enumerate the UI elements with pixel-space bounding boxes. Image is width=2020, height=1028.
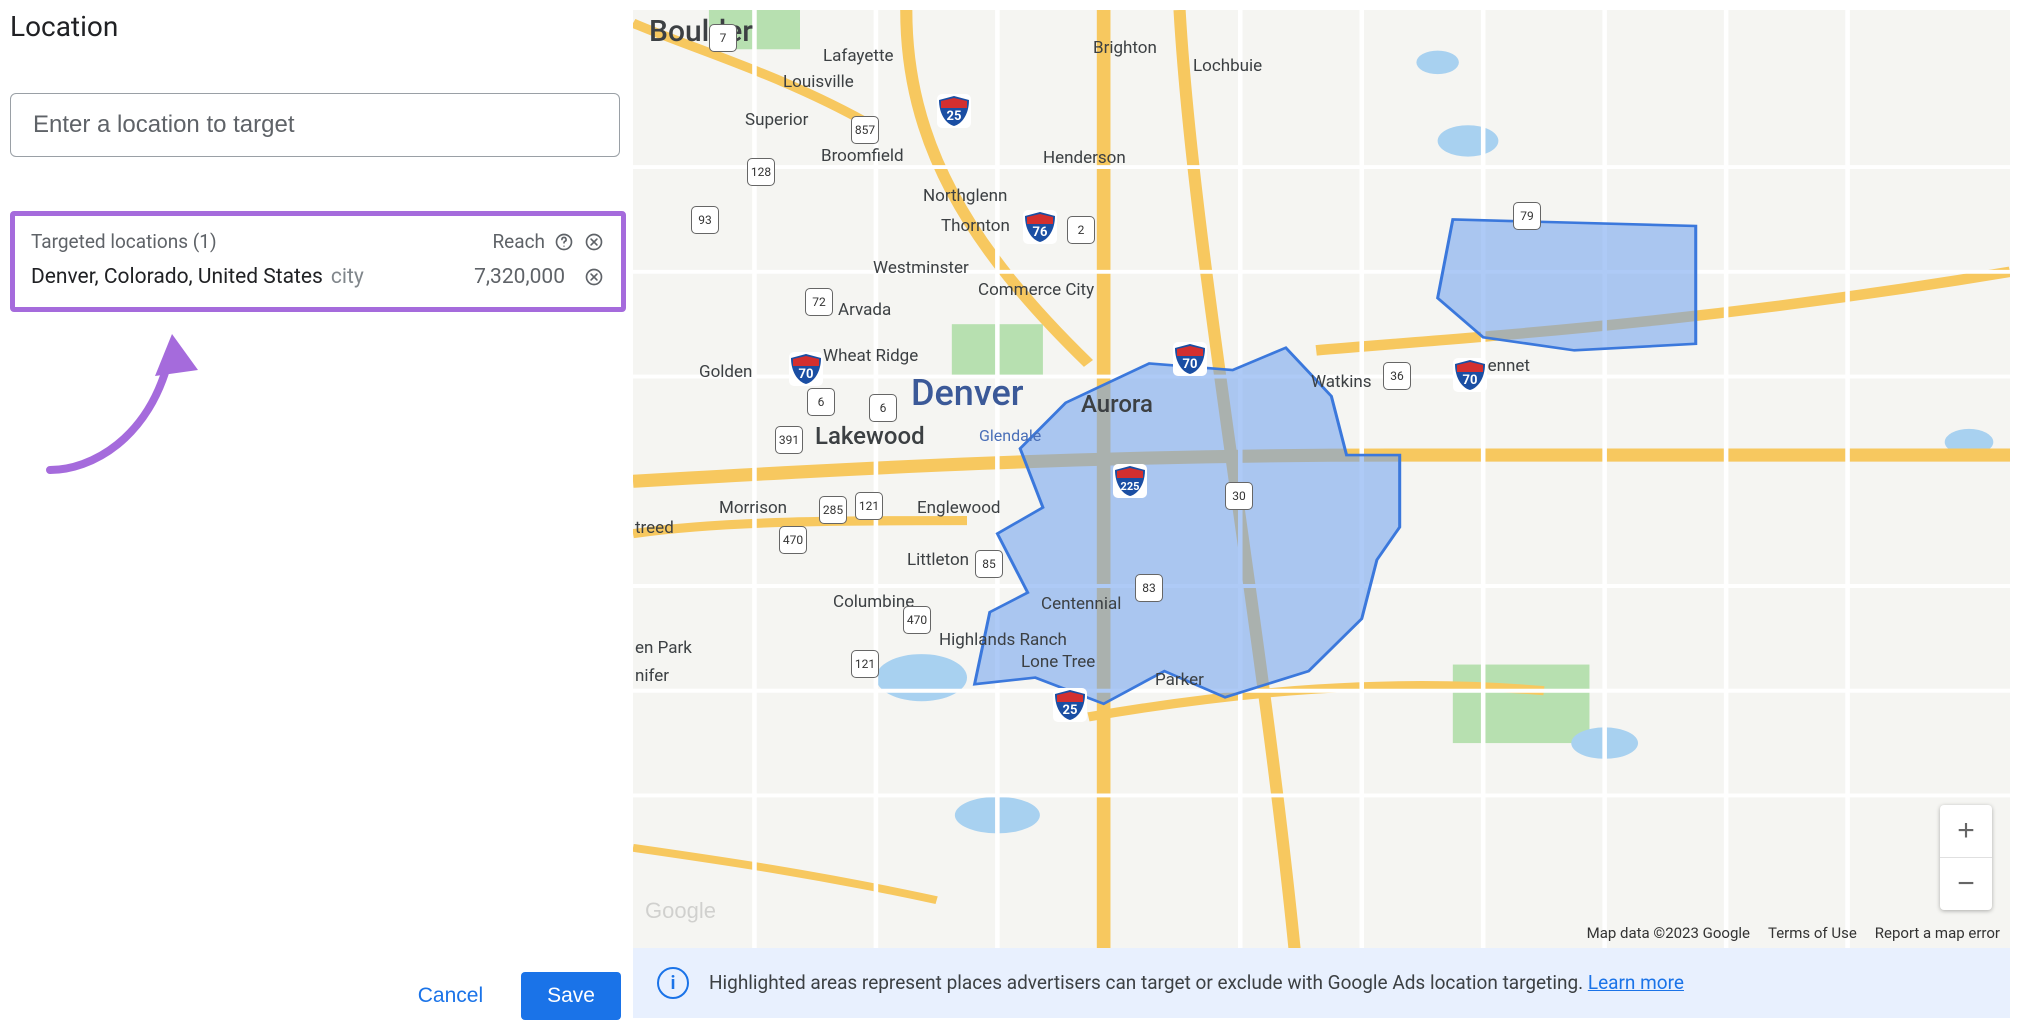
location-name: Denver, Colorado, United States (31, 265, 323, 289)
shield-857: 857 (851, 116, 879, 144)
shield-121b: 121 (851, 650, 879, 678)
map-label-brighton: Brighton (1093, 38, 1157, 58)
interstate-70c: 70 (1453, 358, 1487, 392)
targeted-count-label: Targeted locations (1) (31, 230, 217, 253)
shield-6a: 6 (807, 388, 835, 416)
map-label-nifer: nifer (635, 666, 669, 686)
shield-79: 79 (1513, 202, 1541, 230)
shield-83: 83 (1135, 574, 1163, 602)
map-label-columbine: Columbine (833, 592, 914, 612)
map-label-northglenn: Northglenn (923, 186, 1007, 206)
reach-column-label: Reach (492, 230, 545, 253)
annotation-arrow-icon (40, 320, 220, 490)
terms-of-use-link[interactable]: Terms of Use (1768, 924, 1857, 942)
shield-285: 285 (819, 496, 847, 524)
report-map-error-link[interactable]: Report a map error (1875, 924, 2000, 942)
svg-text:70: 70 (1463, 373, 1478, 388)
learn-more-link[interactable]: Learn more (1588, 971, 1684, 994)
map-label-commerce: Commerce City (978, 280, 1088, 300)
interstate-25a: 25 (937, 94, 971, 128)
shield-6b: 6 (869, 394, 897, 422)
map-label-glendale: Glendale (979, 426, 1041, 445)
map-label-englewood: Englewood (917, 498, 1001, 518)
shield-30: 30 (1225, 482, 1253, 510)
interstate-70b: 70 (1173, 342, 1207, 376)
map-label-thornton: Thornton (941, 216, 1010, 236)
interstate-70a: 70 (789, 352, 823, 386)
info-text: Highlighted areas represent places adver… (709, 969, 1684, 998)
info-icon: i (657, 967, 689, 999)
map-attribution: Map data ©2023 Google Terms of Use Repor… (1587, 924, 2000, 942)
map-label-golden: Golden (699, 362, 752, 382)
remove-location-icon[interactable] (583, 266, 605, 288)
interstate-76: 76 (1023, 210, 1057, 244)
shield-72: 72 (805, 288, 833, 316)
shield-36: 36 (1383, 362, 1411, 390)
svg-text:70: 70 (799, 367, 814, 382)
cancel-button[interactable]: Cancel (398, 972, 503, 1020)
shield-85a: 85 (975, 550, 1003, 578)
map-label-arvada: Arvada (838, 300, 891, 320)
shield-470a: 470 (779, 526, 807, 554)
shield-391: 391 (775, 426, 803, 454)
google-logo: Google (645, 898, 716, 924)
map-label-aurora: Aurora (1081, 390, 1153, 418)
map-label-treed: treed (635, 518, 674, 538)
zoom-out-button[interactable]: − (1940, 858, 1992, 910)
shield-121a: 121 (855, 492, 883, 520)
svg-text:76: 76 (1033, 225, 1048, 240)
map-label-lakewood: Lakewood (815, 422, 925, 450)
map-label-lafayette: Lafayette (823, 46, 894, 66)
location-left-panel: Location Targeted locations (1) Reach De… (0, 0, 633, 1028)
targeted-header: Targeted locations (1) Reach (31, 230, 605, 253)
svg-text:70: 70 (1183, 357, 1198, 372)
map-label-lochbuie: Lochbuie (1193, 56, 1262, 76)
zoom-in-button[interactable]: + (1940, 805, 1992, 857)
map-label-boulder: Boulder (649, 14, 753, 49)
clear-all-icon[interactable] (583, 231, 605, 253)
shield-7: 7 (709, 24, 737, 52)
shield-128: 128 (747, 158, 775, 186)
map-zoom-controls: + − (1940, 805, 1992, 910)
map-label-highlands: Highlands Ranch (939, 630, 1049, 650)
map-label-parker: Parker (1155, 670, 1204, 690)
map-info-banner: i Highlighted areas represent places adv… (633, 948, 2010, 1018)
map-label-broomfield: Broomfield (821, 146, 904, 166)
help-icon[interactable] (553, 231, 575, 253)
svg-text:25: 25 (947, 109, 962, 124)
form-actions: Cancel Save (398, 972, 621, 1020)
map-data-label: Map data ©2023 Google (1587, 924, 1750, 942)
map-label-morrison: Morrison (719, 498, 787, 518)
map-label-denver: Denver (911, 372, 1023, 414)
map-label-park: en Park (635, 638, 692, 658)
shield-2: 2 (1067, 216, 1095, 244)
map-panel[interactable]: Boulder Lafayette Louisville Brighton Lo… (633, 10, 2010, 1018)
shield-470b: 470 (903, 606, 931, 634)
map-label-watkins: Watkins (1311, 372, 1372, 392)
location-target-input[interactable] (10, 93, 620, 157)
interstate-25b: 25 (1053, 688, 1087, 722)
map-label-superior: Superior (745, 110, 808, 130)
targeted-location-row: Denver, Colorado, United States city 7,3… (31, 265, 605, 289)
map-label-henderson: Henderson (1043, 148, 1126, 168)
svg-text:225: 225 (1121, 480, 1140, 493)
map-labels: Boulder Lafayette Louisville Brighton Lo… (633, 10, 2010, 1018)
map-label-westminster: Westminster (873, 258, 969, 278)
location-reach-value: 7,320,000 (474, 265, 565, 289)
map-label-wheatridge: Wheat Ridge (823, 346, 918, 366)
info-message: Highlighted areas represent places adver… (709, 971, 1588, 994)
location-type: city (331, 265, 364, 289)
map-label-centennial: Centennial (1041, 594, 1121, 614)
save-button[interactable]: Save (521, 972, 621, 1020)
targeted-locations-box: Targeted locations (1) Reach Denver, Col… (10, 211, 626, 312)
map-label-louisville: Louisville (783, 72, 854, 92)
map-label-lonetree: Lone Tree (1021, 652, 1095, 672)
section-title: Location (10, 10, 623, 43)
shield-93: 93 (691, 206, 719, 234)
svg-text:25: 25 (1063, 703, 1078, 718)
map-label-littleton: Littleton (907, 550, 969, 570)
interstate-225: 225 (1113, 464, 1147, 498)
